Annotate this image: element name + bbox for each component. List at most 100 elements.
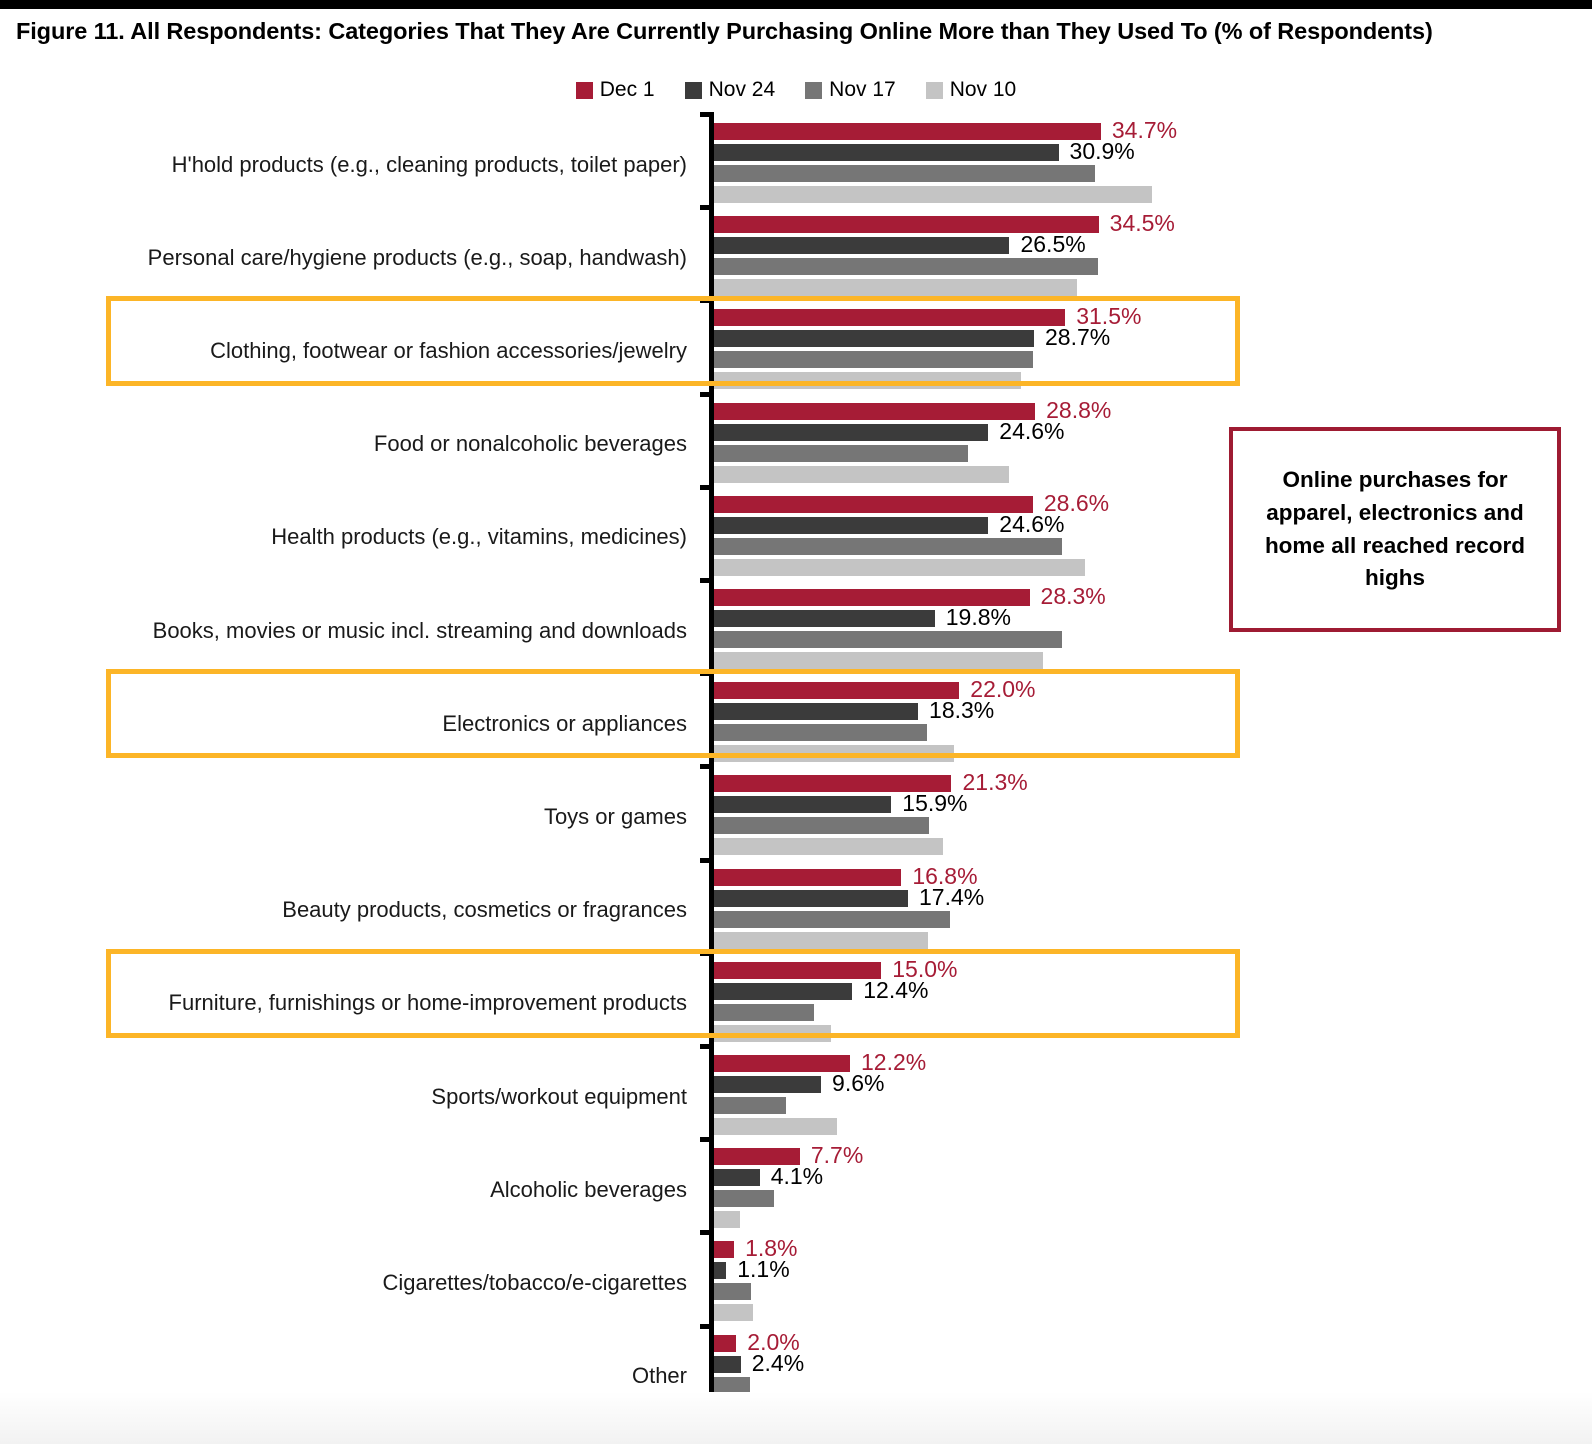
bar-value-label: 18.3% bbox=[929, 697, 995, 724]
bar-value-label: 17.4% bbox=[919, 883, 985, 910]
bar-nov17 bbox=[714, 631, 1062, 648]
axis-tick bbox=[700, 484, 714, 490]
axis-tick bbox=[700, 112, 714, 117]
bar-set: 15.0% 12.4% bbox=[714, 957, 1592, 1046]
bar-nov24 bbox=[714, 423, 989, 441]
bar-set: 34.7% 30.9% bbox=[714, 119, 1592, 207]
axis-tick bbox=[700, 298, 714, 304]
category-label: Cigarettes/tobacco/e-cigarettes bbox=[382, 1269, 688, 1295]
bar-value-label: 4.1% bbox=[770, 1163, 824, 1190]
bar-nov24 bbox=[714, 610, 935, 627]
category-label: Toys or games bbox=[543, 803, 687, 829]
bar-group: Cigarettes/tobacco/e-cigarettes 1.8% 1.1% bbox=[0, 1236, 1592, 1329]
legend-swatch-nov17 bbox=[805, 81, 823, 99]
bar-nov24 bbox=[714, 1262, 727, 1280]
callout-box: Online purchases for apparel, electronic… bbox=[1229, 427, 1561, 632]
axis-tick bbox=[700, 671, 714, 677]
bar-group: Electronics or appliances 22.0% 18.3% bbox=[0, 677, 1592, 770]
bar-value-label: 26.5% bbox=[1020, 231, 1086, 258]
bar-nov10 bbox=[714, 1024, 832, 1042]
bar-nov10 bbox=[714, 186, 1153, 203]
bar-dec1 bbox=[714, 309, 1066, 327]
axis-tick bbox=[700, 1137, 714, 1143]
bar-group: Toys or games 21.3% 15.9% bbox=[0, 770, 1592, 863]
bar-set: 16.8% 17.4% bbox=[714, 864, 1592, 953]
category-label: Other bbox=[631, 1363, 687, 1389]
bar-group: Personal care/hygiene products (e.g., so… bbox=[0, 211, 1592, 304]
bar-value-label: 21.3% bbox=[962, 769, 1028, 796]
bar-chart-plot-area: H'hold products (e.g., cleaning products… bbox=[0, 112, 1592, 1432]
top-rule bbox=[0, 0, 1592, 9]
bar-group: Clothing, footwear or fashion accessorie… bbox=[0, 304, 1592, 397]
axis-tick bbox=[700, 764, 714, 770]
bar-dec1 bbox=[714, 961, 882, 979]
bar-nov10 bbox=[714, 1118, 837, 1135]
bar-group: Beauty products, cosmetics or fragrances… bbox=[0, 864, 1592, 957]
axis-tick bbox=[700, 1323, 714, 1329]
bar-dec1 bbox=[714, 495, 1033, 513]
bar-nov17 bbox=[714, 537, 1062, 555]
bar-nov10 bbox=[714, 745, 954, 763]
bar-nov17 bbox=[714, 724, 927, 742]
bar-value-label: 24.6% bbox=[999, 510, 1065, 537]
category-label: Beauty products, cosmetics or fragrances bbox=[282, 897, 687, 923]
bar-nov24 bbox=[714, 237, 1010, 255]
legend-label-nov17: Nov 17 bbox=[829, 78, 896, 101]
bar-set: 1.8% 1.1% bbox=[714, 1237, 1592, 1325]
axis-tick bbox=[700, 857, 714, 863]
bar-nov10 bbox=[714, 838, 943, 856]
bar-nov10 bbox=[714, 1211, 740, 1229]
bar-set: 12.2% 9.6% bbox=[714, 1051, 1592, 1139]
bar-group: Sports/workout equipment 12.2% 9.6% bbox=[0, 1050, 1592, 1143]
category-label: Personal care/hygiene products (e.g., so… bbox=[147, 244, 687, 270]
bar-group: Furniture, furnishings or home-improveme… bbox=[0, 957, 1592, 1050]
bar-nov24 bbox=[714, 330, 1034, 348]
bar-nov10 bbox=[714, 279, 1078, 297]
bar-nov10 bbox=[714, 465, 1010, 483]
bar-nov24 bbox=[714, 889, 908, 907]
category-label: Furniture, furnishings or home-improveme… bbox=[168, 990, 687, 1016]
chart-legend: Dec 1 Nov 24 Nov 17 Nov 10 bbox=[0, 78, 1592, 102]
category-label: Food or nonalcoholic beverages bbox=[373, 431, 687, 457]
bar-nov24 bbox=[714, 1076, 822, 1093]
legend-label-nov24: Nov 24 bbox=[708, 78, 776, 101]
legend-label-dec1: Dec 1 bbox=[599, 78, 655, 101]
bar-dec1 bbox=[714, 1334, 737, 1352]
legend-swatch-nov24 bbox=[684, 81, 702, 99]
legend-item-nov24: Nov 24 bbox=[684, 78, 776, 102]
legend-swatch-nov10 bbox=[925, 81, 943, 99]
bar-dec1 bbox=[714, 682, 960, 700]
bar-value-label: 28.7% bbox=[1045, 324, 1111, 351]
bar-nov17 bbox=[714, 910, 951, 928]
bar-nov10 bbox=[714, 372, 1021, 390]
bar-nov17 bbox=[714, 351, 1033, 369]
bar-dec1 bbox=[714, 868, 902, 886]
category-label: Electronics or appliances bbox=[442, 710, 687, 736]
bar-nov17 bbox=[714, 258, 1098, 276]
bar-nov17 bbox=[714, 165, 1096, 182]
bar-set: 21.3% 15.9% bbox=[714, 771, 1592, 859]
bar-group: Alcoholic beverages 7.7% 4.1% bbox=[0, 1143, 1592, 1236]
bar-value-label: 19.8% bbox=[945, 604, 1011, 630]
bar-nov24 bbox=[714, 796, 892, 814]
bar-value-label: 12.4% bbox=[863, 976, 929, 1003]
bar-value-label: 9.6% bbox=[832, 1070, 885, 1096]
legend-label-nov10: Nov 10 bbox=[949, 78, 1017, 101]
bar-dec1 bbox=[714, 1055, 851, 1072]
bar-value-label: 30.9% bbox=[1069, 138, 1135, 164]
category-label: H'hold products (e.g., cleaning products… bbox=[171, 151, 687, 177]
bar-nov24 bbox=[714, 1169, 760, 1187]
bar-nov24 bbox=[714, 982, 853, 1000]
bar-set: 31.5% 28.7% bbox=[714, 305, 1592, 393]
bar-set: 22.0% 18.3% bbox=[714, 678, 1592, 766]
bar-set: 7.7% 4.1% bbox=[714, 1144, 1592, 1232]
axis-tick bbox=[700, 1230, 714, 1236]
bottom-fade bbox=[0, 1392, 1592, 1444]
bar-value-label: 15.9% bbox=[902, 790, 968, 817]
category-label: Books, movies or music incl. streaming a… bbox=[152, 617, 687, 643]
bar-nov17 bbox=[714, 1283, 751, 1301]
legend-item-dec1: Dec 1 bbox=[575, 78, 655, 102]
legend-item-nov17: Nov 17 bbox=[805, 78, 896, 102]
bar-nov24 bbox=[714, 516, 989, 534]
bar-value-label: 1.1% bbox=[737, 1256, 790, 1283]
